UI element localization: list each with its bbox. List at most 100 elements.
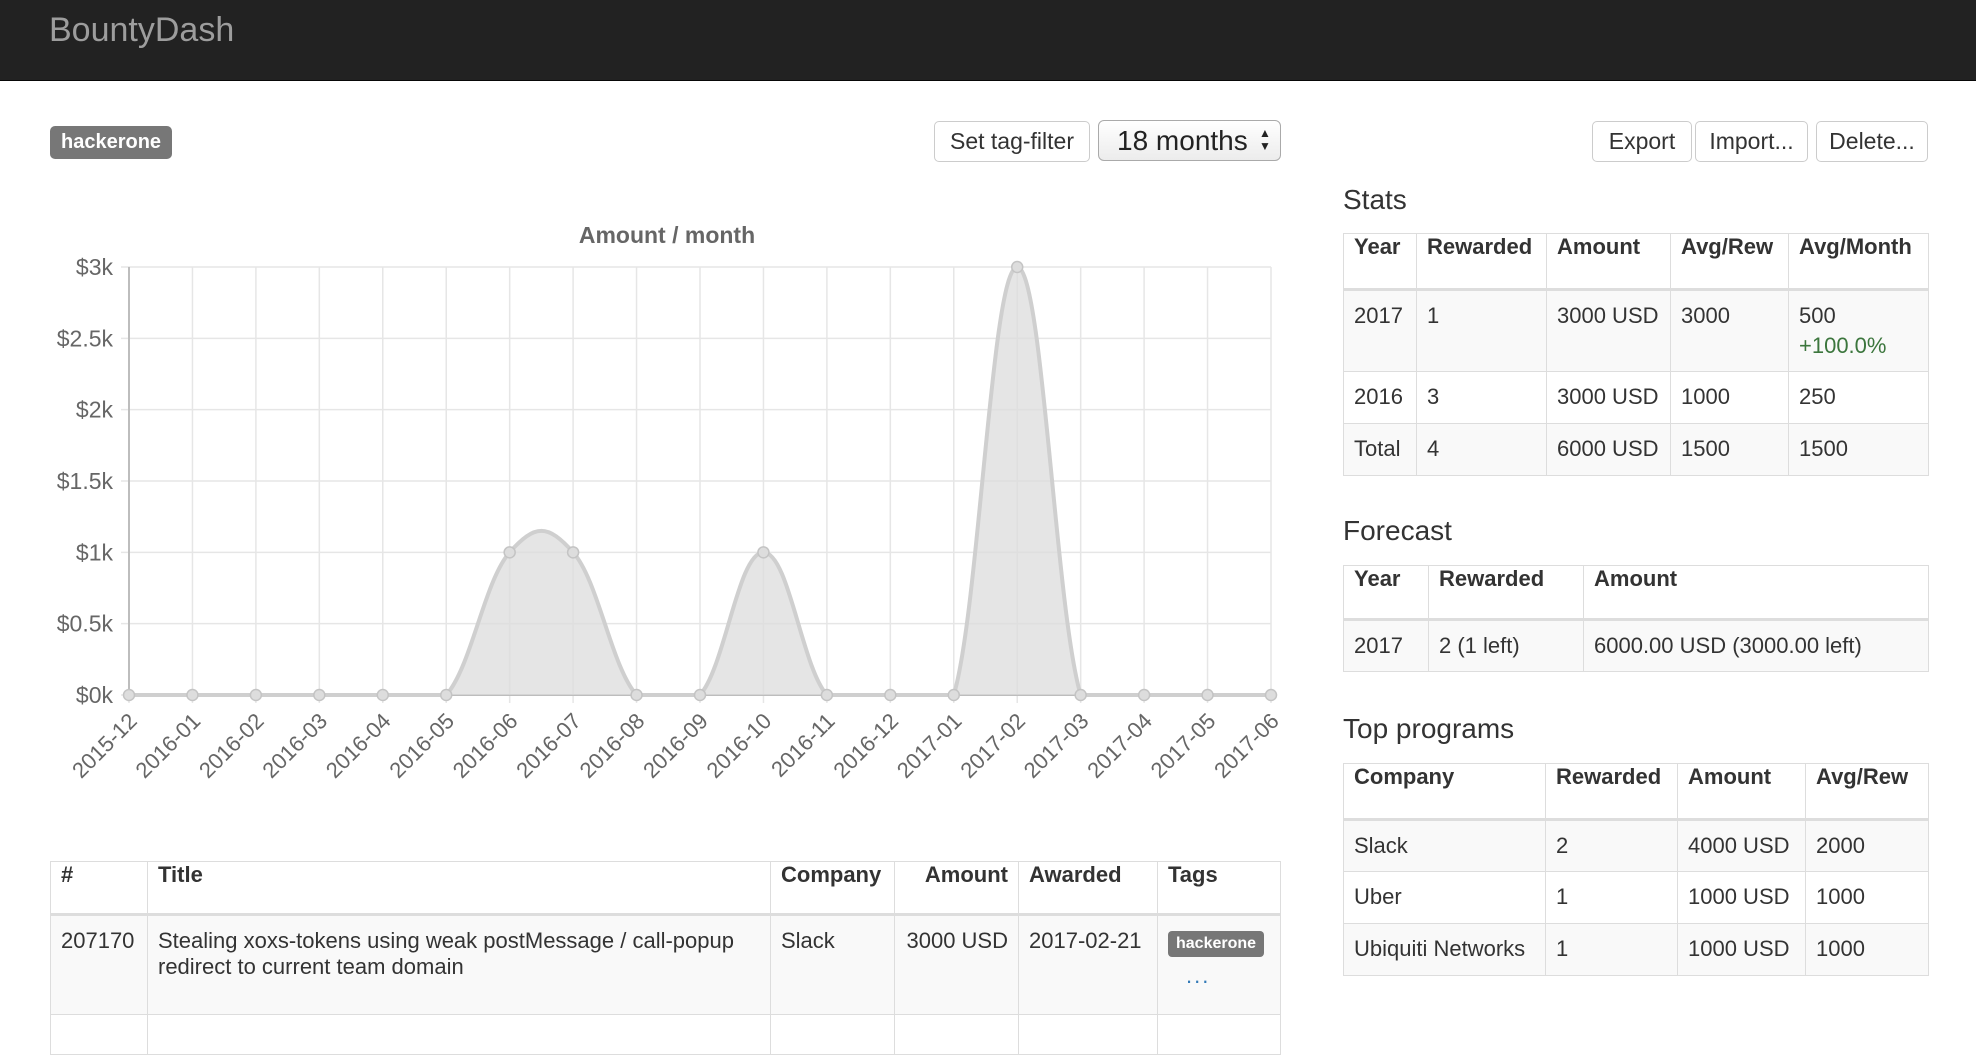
data-point	[1137, 688, 1151, 702]
data-point	[249, 688, 263, 702]
stats-cell: Total	[1343, 423, 1417, 476]
stats-cell: 1500	[1788, 423, 1929, 476]
report-title[interactable]: Stealing xoxs-tokens using weak postMess…	[147, 914, 771, 1015]
x-tick-label: 2017-03	[1019, 708, 1094, 783]
tag-badge[interactable]: hackerone	[1168, 931, 1265, 957]
top-programs-table: Company Rewarded Amount Avg/Rew Slack 2 …	[1343, 763, 1929, 976]
stats-cell: 3	[1416, 371, 1547, 424]
forecast-cell: 2 (1 left)	[1428, 619, 1584, 672]
programs-cell: 1	[1545, 923, 1678, 976]
data-point	[884, 688, 897, 702]
report-tags	[1157, 1014, 1281, 1055]
set-tag-filter-button[interactable]: Set tag-filter	[934, 121, 1090, 162]
stats-header-avg-rew: Avg/Rew	[1670, 233, 1789, 291]
stats-table: Year Rewarded Amount Avg/Rew Avg/Month 2…	[1343, 233, 1929, 476]
report-awarded: 2017-02-21	[1018, 914, 1158, 1015]
forecast-header-amount: Amount	[1583, 565, 1929, 621]
x-tick-label: 2016-06	[448, 708, 523, 783]
data-point	[503, 546, 516, 559]
data-point	[566, 546, 580, 559]
period-select[interactable]: 18 months ▲ ▼	[1098, 120, 1281, 161]
data-point	[947, 688, 961, 702]
x-tick-label: 2017-04	[1082, 708, 1157, 783]
programs-header-avg-rew: Avg/Rew	[1805, 763, 1929, 821]
x-tick-label: 2016-09	[638, 708, 713, 783]
report-id	[50, 1014, 148, 1055]
reports-header-company[interactable]: Company	[770, 861, 895, 916]
x-tick-label: 2017-02	[955, 708, 1030, 783]
stats-cell: 1000	[1670, 371, 1789, 424]
data-point	[1074, 688, 1087, 702]
x-tick-label: 2016-08	[575, 708, 650, 783]
brand-logo[interactable]: BountyDash	[49, 10, 234, 50]
x-tick-label: 2016-03	[257, 708, 332, 783]
delete-button[interactable]: Delete...	[1816, 121, 1928, 162]
y-tick-label: $1k	[76, 539, 114, 565]
forecast-cell: 6000.00 USD (3000.00 left)	[1583, 619, 1929, 672]
table-row: Total 4 6000 USD 1500 1500	[1343, 423, 1929, 476]
y-tick-label: $0k	[76, 682, 114, 708]
x-tick-label: 2016-07	[511, 708, 586, 783]
x-tick-label: 2016-02	[194, 708, 269, 783]
data-point	[1201, 688, 1214, 702]
export-button[interactable]: Export	[1592, 121, 1692, 162]
programs-cell: Uber	[1343, 871, 1546, 924]
forecast-table: Year Rewarded Amount 2017 2 (1 left) 600…	[1343, 565, 1929, 672]
report-title	[147, 1014, 771, 1055]
top-programs-title: Top programs	[1343, 713, 1515, 744]
programs-cell: 1000	[1805, 871, 1929, 924]
programs-cell: 2	[1545, 819, 1678, 872]
data-point	[376, 688, 390, 702]
more-tags-link[interactable]: ...	[1168, 963, 1270, 989]
table-row: 2017 1 3000 USD 3000 500 +100.0%	[1343, 289, 1929, 372]
table-row: Ubiquiti Networks 1 1000 USD 1000	[1343, 923, 1929, 976]
report-tags: hackerone ...	[1157, 914, 1281, 1015]
programs-cell: 1000 USD	[1677, 923, 1806, 976]
y-tick-label: $2k	[76, 397, 114, 423]
programs-header-amount: Amount	[1677, 763, 1806, 821]
forecast-title: Forecast	[1343, 515, 1452, 546]
programs-cell: 2000	[1805, 819, 1929, 872]
reports-header-tags[interactable]: Tags	[1157, 861, 1281, 916]
stats-cell: 500 +100.0%	[1788, 289, 1929, 372]
x-tick-label: 2016-12	[828, 708, 903, 783]
data-point	[630, 688, 643, 702]
reports-header-id[interactable]: #	[50, 861, 148, 916]
y-tick-label: $2.5k	[57, 325, 114, 351]
reports-table: # Title Company Amount Awarded Tags 2071…	[50, 861, 1281, 1055]
x-tick-label: 2016-04	[321, 708, 396, 783]
programs-cell: 1000 USD	[1677, 871, 1806, 924]
programs-cell: 4000 USD	[1677, 819, 1806, 872]
reports-header-title[interactable]: Title	[147, 861, 771, 916]
forecast-header-rewarded: Rewarded	[1428, 565, 1584, 621]
stats-cell: 3000	[1670, 289, 1789, 372]
stats-cell: 6000 USD	[1546, 423, 1671, 476]
avg-month-value: 500	[1799, 303, 1836, 328]
programs-cell: Ubiquiti Networks	[1343, 923, 1546, 976]
programs-cell: 1	[1545, 871, 1678, 924]
data-point	[820, 688, 834, 702]
stats-cell: 3000 USD	[1546, 371, 1671, 424]
x-tick-label: 2015-12	[67, 708, 142, 783]
programs-header-company: Company	[1343, 763, 1546, 821]
reports-header-awarded[interactable]: Awarded	[1018, 861, 1158, 916]
x-tick-label: 2016-05	[384, 708, 459, 783]
reports-header-amount[interactable]: Amount	[894, 861, 1019, 916]
x-tick-label: 2017-05	[1146, 708, 1221, 783]
period-select-value: 18 months	[1117, 125, 1248, 156]
table-row[interactable]: 207170 Stealing xoxs-tokens using weak p…	[50, 914, 1281, 1015]
stats-cell: 2017	[1343, 289, 1417, 372]
table-row[interactable]	[50, 1014, 1281, 1055]
data-point	[757, 546, 770, 559]
stats-cell: 4	[1416, 423, 1547, 476]
forecast-cell: 2017	[1343, 619, 1429, 672]
active-tag-badge[interactable]: hackerone	[50, 126, 173, 159]
stats-cell: 1	[1416, 289, 1547, 372]
stats-cell: 250	[1788, 371, 1929, 424]
y-tick-label: $0.5k	[57, 611, 114, 637]
data-point	[186, 688, 199, 702]
import-button[interactable]: Import...	[1695, 121, 1808, 162]
stats-cell: 2016	[1343, 371, 1417, 424]
stats-header-year: Year	[1343, 233, 1417, 291]
x-tick-label: 2016-11	[766, 708, 840, 782]
